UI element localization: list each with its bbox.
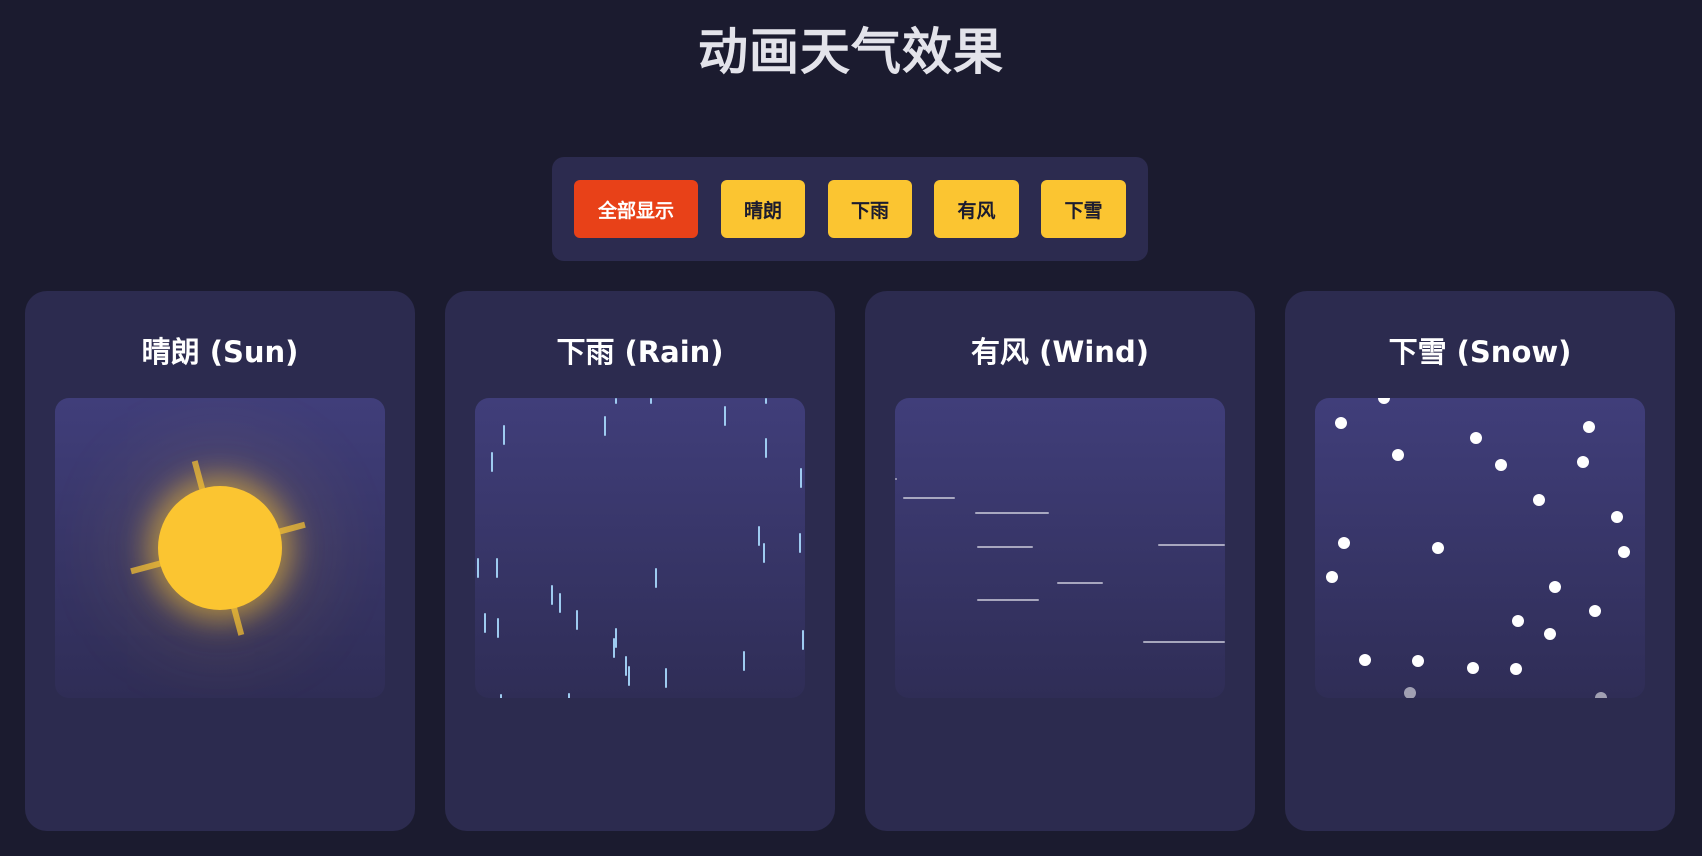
filter-wind-button[interactable]: 有风 <box>934 180 1019 238</box>
weather-card-snow: 下雪 (Snow) <box>1285 291 1675 831</box>
snowflake <box>1412 655 1424 667</box>
raindrop <box>743 651 745 671</box>
card-title: 有风 (Wind) <box>971 335 1149 369</box>
snowflake <box>1392 449 1404 461</box>
snowflake <box>1432 542 1444 554</box>
card-title: 下雪 (Snow) <box>1388 335 1572 369</box>
snowflake <box>1335 417 1347 429</box>
raindrop <box>613 638 615 658</box>
snowflake <box>1359 654 1371 666</box>
raindrop <box>799 533 801 553</box>
raindrop <box>559 593 561 613</box>
raindrop <box>802 630 804 650</box>
raindrop <box>604 416 606 436</box>
wind-streak <box>903 497 955 499</box>
wind-scene <box>895 398 1225 698</box>
raindrop <box>496 558 498 578</box>
raindrop <box>500 694 502 698</box>
wind-streak <box>1143 641 1225 643</box>
raindrop <box>576 610 578 630</box>
raindrop <box>763 543 765 563</box>
filter-rain-button[interactable]: 下雨 <box>828 180 912 238</box>
page-title: 动画天气效果 <box>698 23 1004 81</box>
filter-all-button[interactable]: 全部显示 <box>574 180 698 238</box>
wind-streak <box>895 478 897 480</box>
snowflake <box>1544 628 1556 640</box>
raindrop <box>484 613 486 633</box>
snowflake <box>1338 537 1350 549</box>
raindrop <box>628 666 630 686</box>
raindrop <box>503 425 505 445</box>
rain-scene <box>475 398 805 698</box>
snowflake <box>1470 432 1482 444</box>
snowflake <box>1583 421 1595 433</box>
raindrop <box>650 398 652 404</box>
snowflake <box>1577 456 1589 468</box>
wind-streak <box>1158 544 1225 546</box>
wind-streak <box>1057 582 1103 584</box>
weather-card-wind: 有风 (Wind) <box>865 291 1255 831</box>
raindrop <box>615 398 617 404</box>
weather-card-rain: 下雨 (Rain) <box>445 291 835 831</box>
card-title: 下雨 (Rain) <box>556 335 724 369</box>
snowflake <box>1495 459 1507 471</box>
filter-bar: 全部显示 晴朗 下雨 有风 下雪 <box>552 157 1148 261</box>
snowflake <box>1618 546 1630 558</box>
filter-snow-button[interactable]: 下雪 <box>1041 180 1126 238</box>
raindrop <box>800 468 802 488</box>
raindrop <box>655 568 657 588</box>
raindrop <box>477 558 479 578</box>
snow-scene <box>1315 398 1645 698</box>
wind-streak <box>975 512 1049 514</box>
snowflake <box>1549 581 1561 593</box>
raindrop <box>765 398 767 404</box>
snowflake <box>1378 398 1390 404</box>
raindrop <box>665 668 667 688</box>
snowflake <box>1589 605 1601 617</box>
raindrop <box>765 438 767 458</box>
snowflake <box>1595 692 1607 698</box>
raindrop <box>568 693 570 698</box>
wind-streak <box>977 546 1033 548</box>
raindrop <box>758 526 760 546</box>
snowflake <box>1510 663 1522 675</box>
raindrop <box>615 628 617 648</box>
snowflake <box>1512 615 1524 627</box>
sun-scene <box>55 398 385 698</box>
raindrop <box>497 618 499 638</box>
wind-streak <box>977 599 1039 601</box>
weather-card-sun: 晴朗 (Sun) <box>25 291 415 831</box>
snowflake <box>1404 687 1416 698</box>
raindrop <box>491 452 493 472</box>
filter-sun-button[interactable]: 晴朗 <box>721 180 805 238</box>
snowflake <box>1467 662 1479 674</box>
raindrop <box>625 656 627 676</box>
raindrop <box>551 585 553 605</box>
raindrop <box>724 406 726 426</box>
card-title: 晴朗 (Sun) <box>141 335 299 369</box>
snowflake <box>1611 511 1623 523</box>
snowflake <box>1326 571 1338 583</box>
snowflake <box>1533 494 1545 506</box>
sun-icon <box>158 486 282 610</box>
